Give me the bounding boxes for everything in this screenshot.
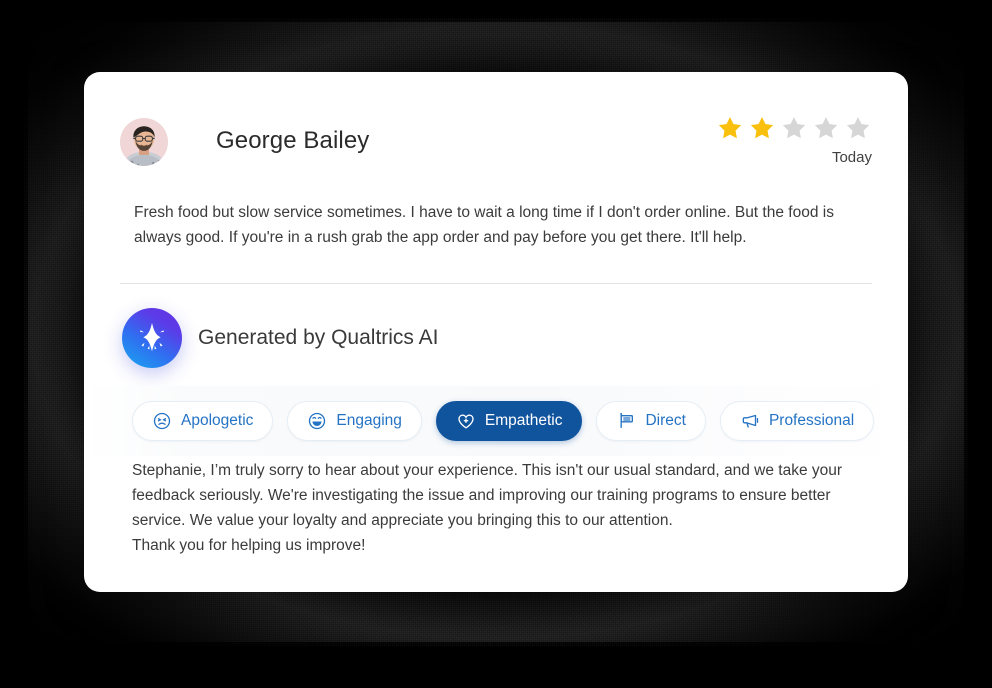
tone-chip-direct[interactable]: Direct <box>596 401 706 441</box>
tone-chip-list[interactable]: Apologetic Engaging Empathetic Direct Pr… <box>84 386 908 456</box>
tone-chip-apologetic[interactable]: Apologetic <box>132 401 274 441</box>
star-icon-4[interactable] <box>812 114 840 142</box>
sparkle-icon <box>122 308 182 368</box>
tone-chip-empathetic[interactable]: Empathetic <box>435 401 583 441</box>
star-icon-3[interactable] <box>780 114 808 142</box>
review-date: Today <box>831 149 872 166</box>
review-header: George Bailey Today <box>120 114 872 176</box>
laughing-face-icon <box>307 411 327 431</box>
tone-chip-label: Direct <box>645 412 686 429</box>
tone-chip-label: Apologetic <box>181 412 254 429</box>
star-icon-1[interactable] <box>716 114 744 142</box>
ai-generated-label: Generated by Qualtrics AI <box>198 326 439 349</box>
frowning-face-icon <box>152 411 172 431</box>
reviewer-name: George Bailey <box>216 127 370 154</box>
ai-response-text: Stephanie, I’m truly sorry to hear about… <box>132 458 872 558</box>
heart-plus-icon <box>456 411 476 431</box>
review-text: Fresh food but slow service sometimes. I… <box>134 204 834 246</box>
star-icon-5[interactable] <box>844 114 872 142</box>
review-card: George Bailey Today Fresh food but slow … <box>84 72 908 592</box>
ai-response-paragraph-1: Stephanie, I’m truly sorry to hear about… <box>132 462 843 529</box>
rating-block: Today <box>716 114 872 167</box>
avatar <box>120 118 168 166</box>
star-rating[interactable] <box>716 114 872 142</box>
tone-chip-engaging[interactable]: Engaging <box>287 401 422 441</box>
section-divider <box>120 283 872 284</box>
star-icon-2[interactable] <box>748 114 776 142</box>
tone-chip-label: Empathetic <box>484 412 563 429</box>
ai-response-paragraph-2: Thank you for helping us improve! <box>132 537 366 554</box>
megaphone-icon <box>740 411 760 431</box>
signpost-icon <box>616 411 636 431</box>
tone-chip-professional[interactable]: Professional <box>719 401 875 441</box>
ai-generated-header: Generated by Qualtrics AI <box>122 306 438 370</box>
tone-chip-label: Professional <box>768 412 855 429</box>
tone-chip-label: Engaging <box>336 412 402 429</box>
